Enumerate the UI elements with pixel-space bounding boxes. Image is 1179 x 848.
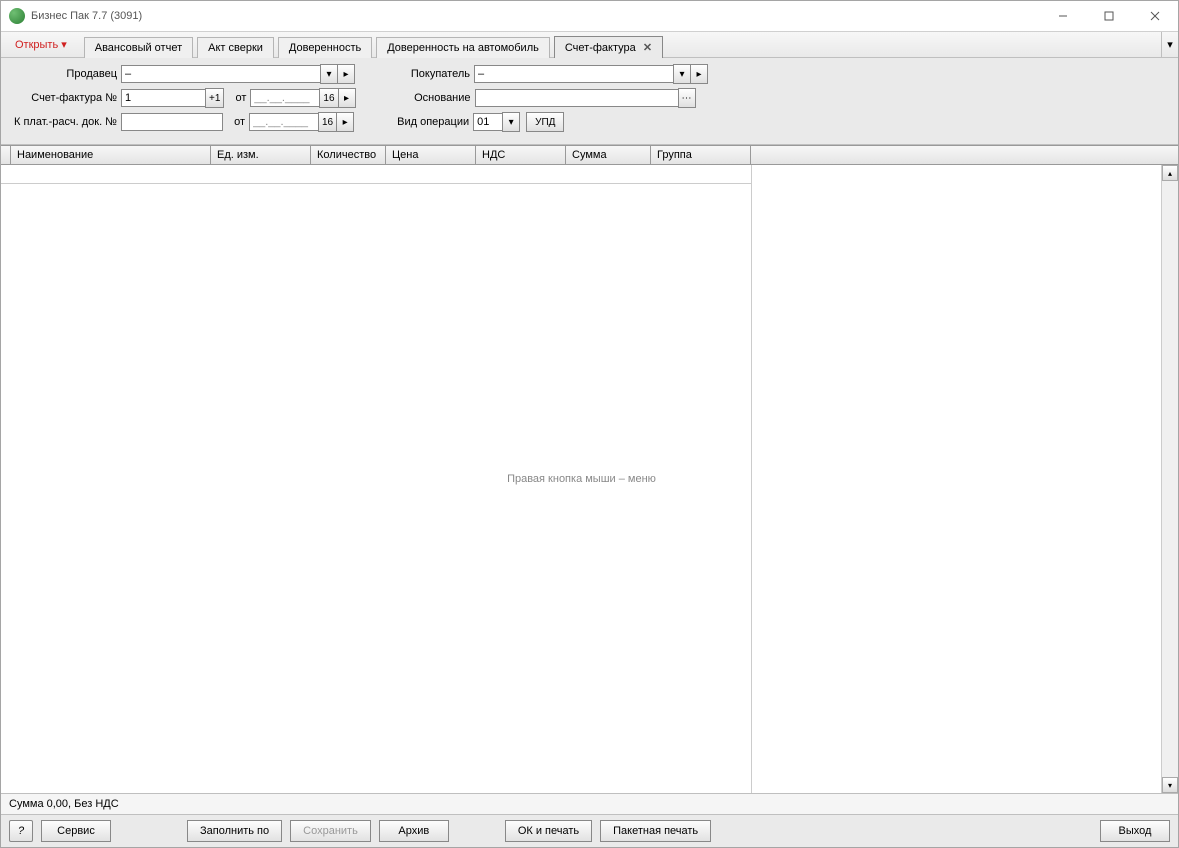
tab-reconciliation[interactable]: Акт сверки <box>197 37 274 58</box>
buyer-label: Покупатель <box>355 68 474 80</box>
seller-label: Продавец <box>9 68 121 80</box>
payment-date-next[interactable]: ▸ <box>336 112 354 132</box>
increment-button[interactable]: +1 <box>205 88 224 108</box>
op-type-label: Вид операции <box>354 116 473 128</box>
buyer-dropdown-button[interactable]: ▾ <box>673 64 691 84</box>
col-unit[interactable]: Ед. изм. <box>211 146 311 164</box>
payment-date-input[interactable] <box>249 113 319 131</box>
toolbar: Открыть ▾ Авансовый отчет Акт сверки Дов… <box>1 31 1178 58</box>
form-area: Продавец ▾ ▸ Покупатель ▾ ▸ Счет-фактура… <box>1 58 1178 145</box>
titlebar: Бизнес Пак 7.7 (3091) <box>1 1 1178 31</box>
fill-by-button[interactable]: Заполнить по <box>187 820 282 842</box>
basis-lookup-button[interactable]: ⋯ <box>678 88 696 108</box>
col-group[interactable]: Группа <box>651 146 751 164</box>
vertical-scrollbar[interactable]: ▴ ▾ <box>1161 165 1178 793</box>
tab-vehicle-poa[interactable]: Доверенность на автомобиль <box>376 37 550 58</box>
payment-date-button[interactable]: 16 <box>318 112 337 132</box>
buyer-combo[interactable] <box>474 65 674 83</box>
payment-doc-label: К плат.-расч. док. № <box>9 116 121 128</box>
tab-power-of-attorney[interactable]: Доверенность <box>278 37 372 58</box>
invoice-date-button[interactable]: 16 <box>319 88 338 108</box>
scroll-up-button[interactable]: ▴ <box>1162 165 1178 181</box>
basis-input[interactable] <box>475 89 679 107</box>
seller-dropdown-button[interactable]: ▾ <box>320 64 338 84</box>
ok-print-button[interactable]: ОК и печать <box>505 820 592 842</box>
col-price[interactable]: Цена <box>386 146 476 164</box>
from-label-1: от <box>224 92 250 104</box>
payment-doc-input[interactable] <box>121 113 223 131</box>
status-text: Сумма 0,00, Без НДС <box>9 798 119 810</box>
open-menu-button[interactable]: Открыть ▾ <box>7 32 75 57</box>
batch-print-button[interactable]: Пакетная печать <box>600 820 711 842</box>
open-label: Открыть <box>15 39 58 51</box>
window-title: Бизнес Пак 7.7 (3091) <box>31 10 1040 22</box>
tab-advance-report[interactable]: Авансовый отчет <box>84 37 193 58</box>
from-label-2: от <box>223 116 249 128</box>
seller-combo[interactable] <box>121 65 321 83</box>
save-button[interactable]: Сохранить <box>290 820 371 842</box>
grid-body[interactable]: Правая кнопка мыши – меню ▴ ▾ <box>1 165 1178 793</box>
context-menu-hint: Правая кнопка мыши – меню <box>1 473 1162 485</box>
exit-button[interactable]: Выход <box>1100 820 1170 842</box>
op-type-dropdown-button[interactable]: ▾ <box>502 112 520 132</box>
op-type-select[interactable] <box>473 113 503 131</box>
tab-close-icon[interactable]: ✕ <box>643 42 652 54</box>
service-button[interactable]: Сервис <box>41 820 111 842</box>
buyer-lookup-button[interactable]: ▸ <box>690 64 708 84</box>
scroll-down-button[interactable]: ▾ <box>1162 777 1178 793</box>
invoice-date-input[interactable] <box>250 89 320 107</box>
seller-lookup-button[interactable]: ▸ <box>337 64 355 84</box>
invoice-number-input[interactable] <box>121 89 206 107</box>
footer-toolbar: ? Сервис Заполнить по Сохранить Архив ОК… <box>1 814 1178 847</box>
minimize-button[interactable] <box>1040 1 1086 31</box>
tab-bar: Авансовый отчет Акт сверки Доверенность … <box>81 32 664 57</box>
col-name[interactable]: Наименование <box>11 146 211 164</box>
col-vat[interactable]: НДС <box>476 146 566 164</box>
data-grid: Наименование Ед. изм. Количество Цена НД… <box>1 145 1178 793</box>
grid-header: Наименование Ед. изм. Количество Цена НД… <box>1 146 1178 165</box>
upd-button[interactable]: УПД <box>526 112 564 132</box>
col-qty[interactable]: Количество <box>311 146 386 164</box>
tab-invoice[interactable]: Счет-фактура ✕ <box>554 36 663 58</box>
col-sum[interactable]: Сумма <box>566 146 651 164</box>
basis-label: Основание <box>356 92 475 104</box>
app-icon <box>9 8 25 24</box>
caret-down-icon: ▾ <box>61 38 67 51</box>
help-button[interactable]: ? <box>9 820 33 842</box>
status-bar: Сумма 0,00, Без НДС <box>1 793 1178 814</box>
table-row[interactable] <box>1 165 751 184</box>
toolbar-overflow-button[interactable]: ▾ <box>1161 32 1178 57</box>
close-button[interactable] <box>1132 1 1178 31</box>
invoice-number-label: Счет-фактура № <box>9 92 121 104</box>
archive-button[interactable]: Архив <box>379 820 449 842</box>
invoice-date-next[interactable]: ▸ <box>338 88 356 108</box>
maximize-button[interactable] <box>1086 1 1132 31</box>
